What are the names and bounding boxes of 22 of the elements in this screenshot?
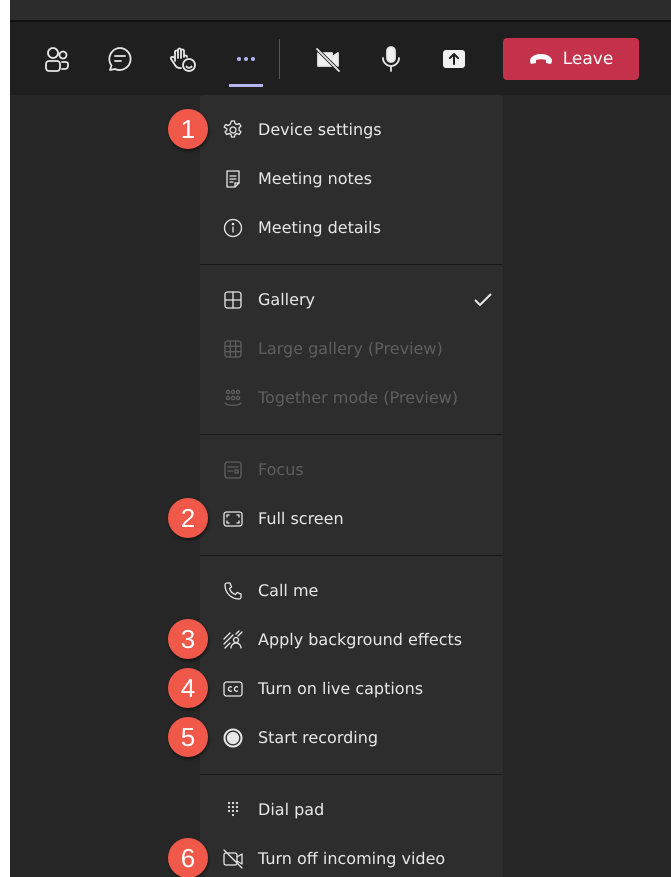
step-badge: 4 <box>168 668 208 708</box>
step-badge: 6 <box>168 838 208 877</box>
menu-item[interactable]: Meeting details <box>200 203 503 252</box>
step-badge: 5 <box>168 717 208 757</box>
focus-icon <box>222 458 244 480</box>
video-off-icon <box>222 848 244 870</box>
record-icon <box>222 726 244 748</box>
menu-item[interactable]: Gallery <box>200 275 503 324</box>
step-badge: 3 <box>168 619 208 659</box>
phone-icon <box>222 580 244 602</box>
grid-icon <box>222 288 244 310</box>
menu-item[interactable]: Dial pad <box>200 785 503 834</box>
step-badge: 1 <box>168 109 208 149</box>
large-grid-icon <box>222 338 244 360</box>
hang-up-icon <box>528 52 553 64</box>
info-icon <box>222 216 244 238</box>
settings-icon <box>222 118 244 140</box>
step-badge: 2 <box>168 498 208 538</box>
effects-icon <box>222 628 244 650</box>
leave-button[interactable]: Leave <box>503 38 639 80</box>
menu-item[interactable]: Call me <box>200 566 503 615</box>
menu-item[interactable]: Meeting notes <box>200 154 503 203</box>
